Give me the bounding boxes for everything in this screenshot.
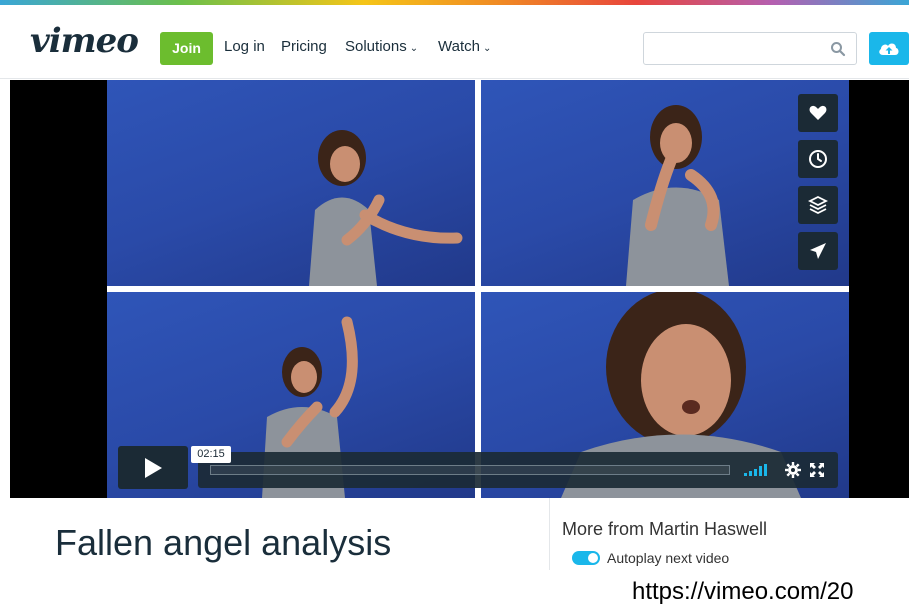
video-title: Fallen angel analysis — [55, 522, 392, 563]
vimeo-logo[interactable]: vimeo — [30, 21, 139, 61]
volume-icon[interactable] — [744, 464, 770, 476]
nav-pricing-label: Pricing — [281, 38, 327, 55]
nav-pricing[interactable]: Pricing — [281, 38, 327, 55]
send-icon — [810, 243, 826, 259]
nav-login[interactable]: Log in — [224, 38, 265, 55]
chevron-down-icon: ⌄ — [482, 43, 492, 54]
nav-login-label: Log in — [224, 38, 265, 55]
person-figure — [626, 105, 729, 286]
source-url: https://vimeo.com/20 — [632, 578, 854, 605]
collections-button[interactable] — [798, 186, 838, 224]
like-button[interactable] — [798, 94, 838, 132]
search-input[interactable] — [643, 32, 857, 65]
nav-solutions-label: Solutions — [345, 38, 407, 55]
upload-button[interactable] — [869, 32, 909, 65]
nav-watch-label: Watch — [438, 38, 480, 55]
chevron-down-icon: ⌄ — [409, 43, 419, 54]
page: vimeo Join Log in Pricing Solutions ⌄ Wat… — [0, 0, 909, 605]
progress-bar[interactable] — [210, 465, 730, 475]
fullscreen-icon[interactable] — [810, 463, 824, 477]
watch-later-button[interactable] — [798, 140, 838, 178]
more-from-heading[interactable]: More from Martin Haswell — [562, 519, 767, 540]
play-icon — [145, 458, 162, 478]
play-button[interactable] — [118, 446, 188, 489]
divider — [549, 498, 550, 578]
nav-watch[interactable]: Watch ⌄ — [438, 38, 491, 55]
share-button[interactable] — [798, 232, 838, 270]
upload-cloud-icon — [879, 43, 899, 55]
video-frame[interactable] — [107, 80, 849, 498]
video-quadrant-top-right — [481, 80, 849, 286]
gear-icon[interactable] — [785, 462, 801, 478]
nav-solutions[interactable]: Solutions ⌄ — [345, 38, 418, 55]
person-figure — [309, 130, 463, 286]
video-quadrant-top-left — [107, 80, 475, 286]
search-icon[interactable] — [830, 41, 846, 57]
join-button[interactable]: Join — [160, 32, 213, 65]
heart-icon — [809, 105, 827, 120]
autoplay-toggle[interactable] — [572, 551, 600, 565]
clock-icon — [809, 150, 827, 168]
video-player[interactable] — [10, 80, 909, 498]
control-bar — [198, 452, 838, 488]
current-time: 02:15 — [191, 446, 231, 463]
site-header: vimeo Join Log in Pricing Solutions ⌄ Wat… — [0, 5, 909, 79]
autoplay-label: Autoplay next video — [607, 550, 730, 566]
layers-icon — [808, 195, 828, 215]
side-action-buttons — [798, 94, 838, 278]
